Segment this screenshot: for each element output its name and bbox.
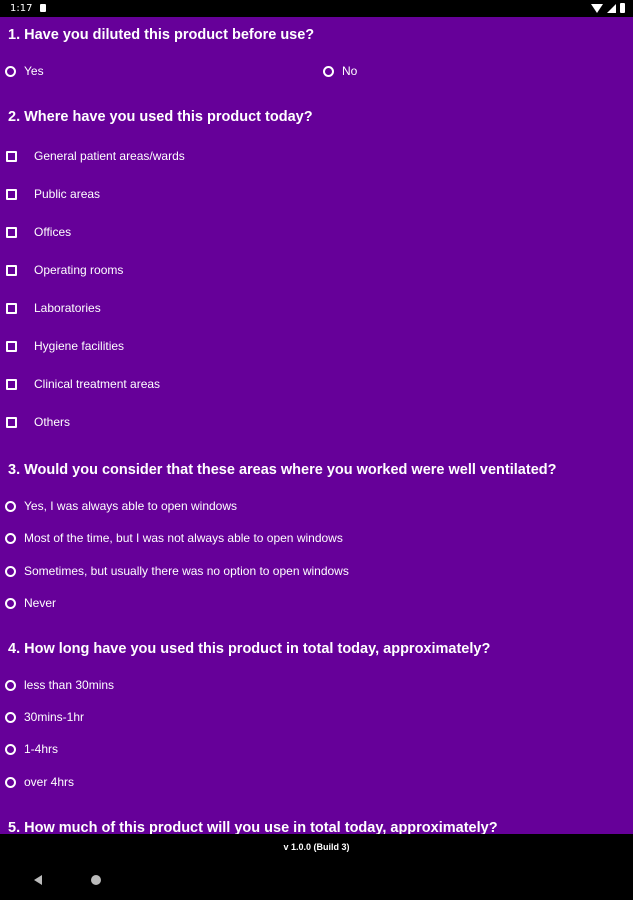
checkbox-icon[interactable] [6, 150, 17, 162]
radio-button-icon[interactable] [323, 65, 334, 77]
option-label: Clinical treatment areas [34, 377, 161, 391]
option-label: Offices [34, 225, 72, 239]
checkbox-option-others[interactable]: Others [6, 415, 70, 429]
survey-form[interactable]: 1. Have you diluted this product before … [0, 17, 633, 834]
option-label: 30mins-1hr [24, 710, 85, 724]
back-icon[interactable] [34, 875, 42, 885]
checkbox-option-public-areas[interactable]: Public areas [6, 187, 100, 201]
question-1-title: 1. Have you diluted this product before … [8, 27, 315, 43]
option-label: Never [24, 596, 57, 610]
radio-button-icon[interactable] [5, 500, 16, 512]
wifi-icon [591, 3, 603, 13]
signal-icon [607, 3, 616, 13]
option-label: less than 30mins [24, 678, 115, 692]
radio-option-sometimes[interactable]: Sometimes, but usually there was no opti… [5, 564, 349, 578]
option-label: General patient areas/wards [34, 149, 185, 163]
radio-button-icon[interactable] [5, 597, 16, 609]
radio-button-icon[interactable] [5, 679, 16, 691]
version-label: v 1.0.0 (Build 3) [283, 842, 350, 852]
question-5-title: 5. How much of this product will you use… [8, 820, 498, 834]
checkbox-option-laboratories[interactable]: Laboratories [6, 301, 101, 315]
radio-button-icon[interactable] [5, 532, 16, 544]
radio-option-always-open-windows[interactable]: Yes, I was always able to open windows [5, 499, 237, 513]
option-label: Public areas [34, 187, 101, 201]
option-label: Hygiene facilities [34, 339, 125, 353]
checkbox-icon[interactable] [6, 416, 17, 428]
checkbox-option-general-patient-areas[interactable]: General patient areas/wards [6, 149, 185, 163]
radio-button-icon[interactable] [5, 776, 16, 788]
checkbox-icon[interactable] [6, 378, 17, 390]
radio-option-no[interactable]: No [323, 64, 357, 78]
option-label: Yes [24, 64, 44, 78]
status-time: 1:17 [10, 3, 33, 14]
radio-option-less-than-30mins[interactable]: less than 30mins [5, 678, 114, 692]
home-icon[interactable] [91, 875, 101, 885]
radio-option-most-of-the-time[interactable]: Most of the time, but I was not always a… [5, 531, 343, 545]
checkbox-option-operating-rooms[interactable]: Operating rooms [6, 263, 123, 277]
status-bar: 1:17 [0, 0, 633, 17]
checkbox-icon[interactable] [6, 302, 17, 314]
radio-button-icon[interactable] [5, 565, 16, 577]
radio-button-icon[interactable] [5, 711, 16, 723]
option-label: over 4hrs [24, 775, 75, 789]
footer: v 1.0.0 (Build 3) [0, 834, 633, 900]
option-label: No [342, 64, 358, 78]
question-2-title: 2. Where have you used this product toda… [8, 109, 313, 125]
battery-icon [620, 3, 625, 13]
radio-option-never[interactable]: Never [5, 596, 56, 610]
radio-option-30mins-1hr[interactable]: 30mins-1hr [5, 710, 84, 724]
radio-button-icon[interactable] [5, 743, 16, 755]
option-label: Others [34, 415, 71, 429]
checkbox-icon[interactable] [6, 226, 17, 238]
checkbox-icon[interactable] [6, 188, 17, 200]
checkbox-icon[interactable] [6, 264, 17, 276]
radio-option-yes[interactable]: Yes [5, 64, 44, 78]
checkbox-option-clinical-treatment-areas[interactable]: Clinical treatment areas [6, 377, 160, 391]
option-label: Sometimes, but usually there was no opti… [24, 564, 349, 578]
checkbox-icon[interactable] [6, 340, 17, 352]
radio-button-icon[interactable] [5, 65, 16, 77]
option-label: 1-4hrs [24, 742, 59, 756]
checkbox-option-offices[interactable]: Offices [6, 225, 71, 239]
question-4-title: 4. How long have you used this product i… [8, 641, 491, 657]
option-label: Most of the time, but I was not always a… [24, 531, 343, 545]
radio-option-1-4hrs[interactable]: 1-4hrs [5, 742, 58, 756]
question-3-title: 3. Would you consider that these areas w… [8, 462, 557, 478]
status-icons [591, 3, 625, 13]
option-label: Laboratories [34, 301, 101, 315]
checkbox-option-hygiene-facilities[interactable]: Hygiene facilities [6, 339, 124, 353]
sd-card-icon [40, 4, 46, 12]
option-label: Operating rooms [34, 263, 124, 277]
radio-option-over-4hrs[interactable]: over 4hrs [5, 775, 74, 789]
option-label: Yes, I was always able to open windows [24, 499, 238, 513]
